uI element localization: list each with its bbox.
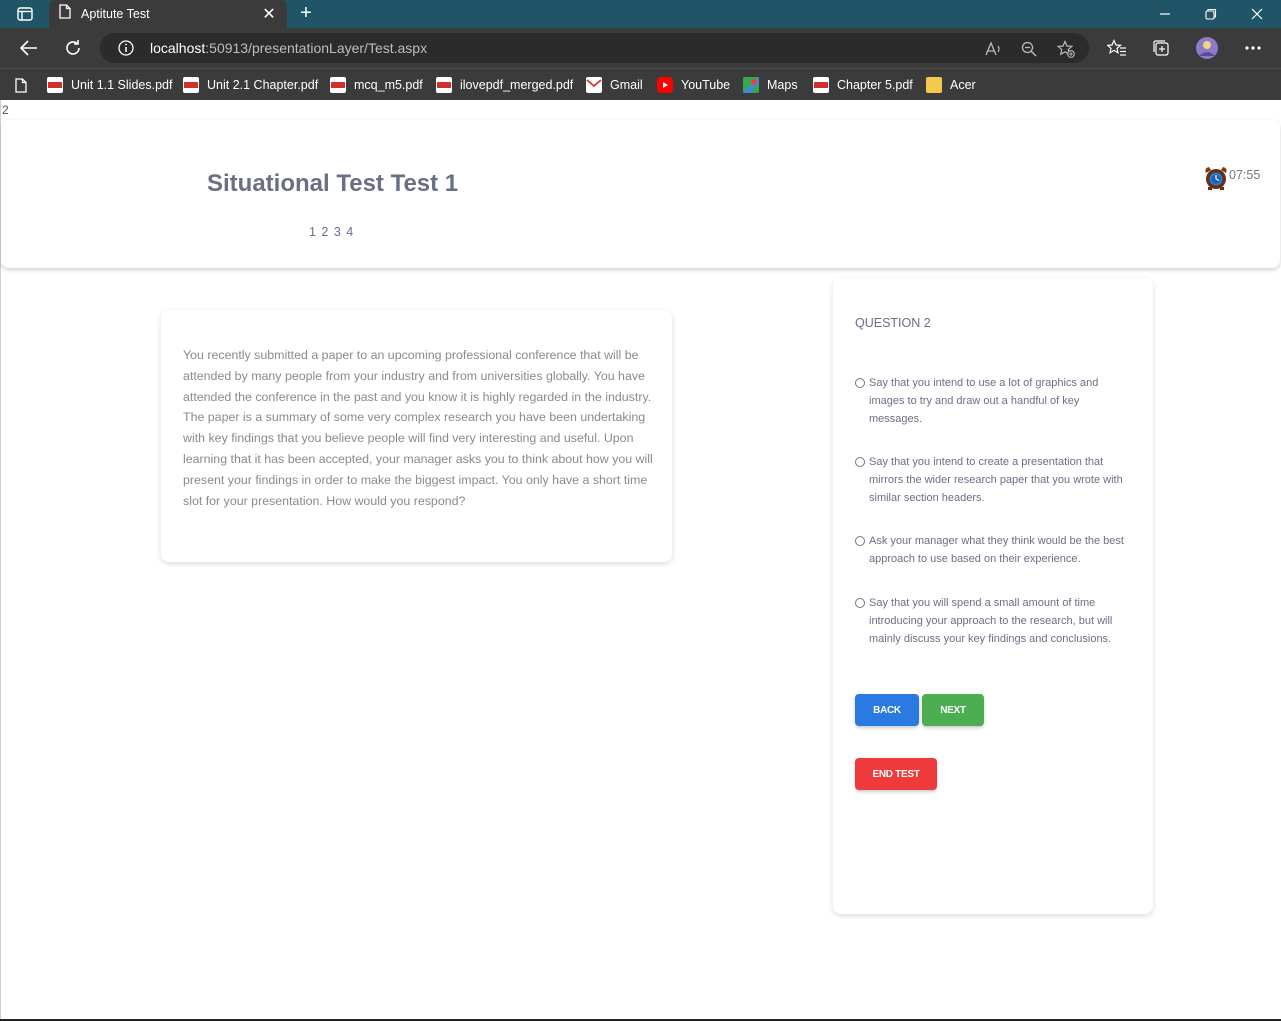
maps-icon	[743, 77, 759, 93]
pdf-icon	[436, 77, 452, 93]
close-window-icon[interactable]	[1234, 0, 1280, 28]
favorites-icon[interactable]	[1106, 37, 1128, 59]
radio-button[interactable]	[855, 457, 865, 467]
question-card: QUESTION 2 Say that you intend to use a …	[833, 278, 1153, 914]
pdf-icon	[813, 77, 829, 93]
timer-text: 07:55	[1229, 168, 1261, 182]
pdf-icon	[47, 77, 63, 93]
refresh-icon[interactable]	[59, 34, 87, 62]
bookmark-label: Maps	[767, 78, 798, 92]
bookmark-item[interactable]: mcq_m5.pdf	[330, 74, 423, 96]
timer: 07:55	[1203, 165, 1260, 191]
bookmark-label: Gmail	[610, 78, 643, 92]
address-bar[interactable]: localhost:50913/presentationLayer/Test.a…	[100, 33, 1089, 63]
pdf-icon	[330, 77, 346, 93]
bookmarks-page-icon[interactable]	[15, 74, 27, 96]
bookmark-label: Chapter 5.pdf	[837, 78, 913, 92]
new-tab-icon[interactable]: +	[295, 3, 317, 25]
answer-option[interactable]: Say that you will spend a small amount o…	[855, 597, 1135, 648]
radio-button[interactable]	[855, 598, 865, 608]
bookmark-item[interactable]: ilovepdf_merged.pdf	[436, 74, 573, 96]
scenario-text: You recently submitted a paper to an upc…	[183, 348, 653, 508]
bookmark-item[interactable]: Acer	[926, 74, 976, 96]
youtube-icon	[657, 77, 673, 93]
url-path: :50913/presentationLayer/Test.aspx	[205, 40, 428, 56]
page-title: Situational Test Test 1	[207, 170, 459, 197]
browser-toolbar: localhost:50913/presentationLayer/Test.a…	[0, 28, 1281, 68]
next-button[interactable]: NEXT	[922, 694, 984, 726]
url-text[interactable]: localhost:50913/presentationLayer/Test.a…	[150, 40, 427, 56]
back-arrow-icon[interactable]	[15, 34, 43, 62]
answer-option[interactable]: Ask your manager what they think would b…	[855, 535, 1135, 568]
zoom-out-icon[interactable]	[1020, 40, 1038, 58]
collections-icon[interactable]	[1150, 37, 1172, 59]
bookmark-item[interactable]: Gmail	[586, 74, 643, 96]
pdf-icon	[183, 77, 199, 93]
answer-option[interactable]: Say that you intend to use a lot of grap…	[855, 377, 1135, 428]
back-button[interactable]: BACK	[855, 694, 919, 726]
question-label: QUESTION 2	[855, 316, 931, 330]
test-header: Situational Test Test 1 1 2 3 4 07:55	[1, 120, 1280, 268]
bookmark-item[interactable]: Maps	[743, 74, 798, 96]
bookmark-item[interactable]: Chapter 5.pdf	[813, 74, 913, 96]
bookmark-label: ilovepdf_merged.pdf	[460, 78, 574, 92]
corner-number: 2	[2, 103, 9, 117]
bookmark-label: mcq_m5.pdf	[354, 78, 423, 92]
bookmark-label: Unit 2.1 Chapter.pdf	[207, 78, 319, 92]
option-text: Say that you will spend a small amount o…	[869, 597, 1113, 645]
minimize-icon[interactable]	[1142, 0, 1188, 28]
page-icon	[59, 4, 71, 24]
url-host: localhost	[150, 40, 206, 56]
option-text: Ask your manager what they think would b…	[869, 535, 1124, 565]
profile-avatar-icon[interactable]	[1195, 36, 1219, 60]
close-tab-icon[interactable]: ✕	[261, 4, 277, 24]
bookmark-item[interactable]: YouTube	[657, 74, 730, 96]
page-content: 2 Situational Test Test 1 1 2 3 4 07:55	[0, 100, 1281, 1021]
option-text: Say that you intend to create a presenta…	[869, 456, 1123, 504]
title-bar: Aptitute Test ✕ +	[0, 0, 1281, 28]
bookmarks-bar: Unit 1.1 Slides.pdf Unit 2.1 Chapter.pdf…	[0, 68, 1281, 100]
restore-icon[interactable]	[1188, 0, 1234, 28]
add-favorite-icon[interactable]	[1057, 40, 1075, 58]
answer-option[interactable]: Say that you intend to create a presenta…	[855, 456, 1135, 507]
question-pager[interactable]: 1 2 3 4	[309, 225, 354, 239]
bookmark-item[interactable]: Unit 2.1 Chapter.pdf	[183, 74, 318, 96]
end-test-button[interactable]: END TEST	[855, 758, 937, 790]
bookmark-label: YouTube	[681, 78, 731, 92]
option-text: Say that you intend to use a lot of grap…	[869, 377, 1099, 425]
radio-button[interactable]	[855, 378, 865, 388]
more-options-icon[interactable]	[1242, 37, 1264, 59]
bookmark-label: Unit 1.1 Slides.pdf	[71, 78, 173, 92]
alarm-clock-icon	[1203, 165, 1229, 191]
bookmark-label: Acer	[950, 78, 976, 92]
browser-tab[interactable]: Aptitute Test ✕	[49, 0, 287, 28]
bookmark-item[interactable]: Unit 1.1 Slides.pdf	[47, 74, 172, 96]
site-info-icon[interactable]	[118, 40, 134, 56]
radio-button[interactable]	[855, 536, 865, 546]
tab-title: Aptitute Test	[81, 7, 150, 21]
scenario-card: You recently submitted a paper to an upc…	[161, 310, 672, 562]
folder-icon	[926, 77, 942, 93]
gmail-icon	[586, 77, 602, 93]
tab-actions-icon[interactable]	[10, 4, 40, 24]
read-aloud-icon[interactable]	[985, 40, 1003, 58]
